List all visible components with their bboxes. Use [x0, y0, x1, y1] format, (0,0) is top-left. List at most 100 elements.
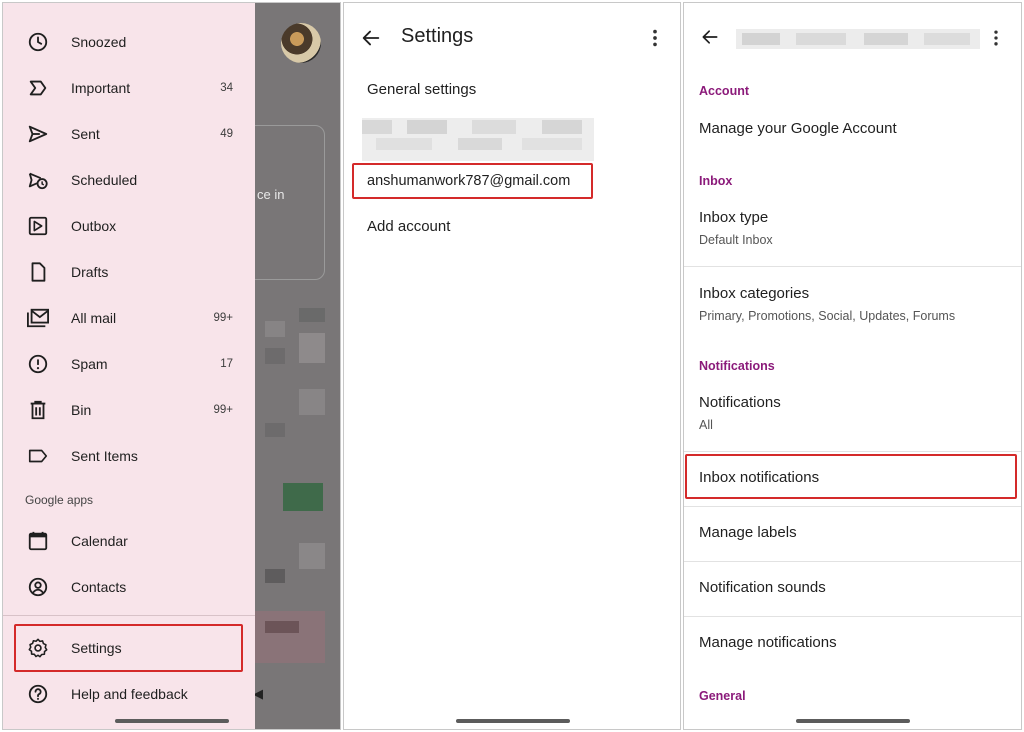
section-account: Account [699, 84, 749, 98]
notification-sounds-item[interactable]: Notification sounds [699, 579, 826, 596]
blurred-block [299, 389, 325, 415]
drawer-item-snoozed[interactable]: Snoozed [3, 19, 255, 65]
drawer-item-count: 49 [220, 128, 233, 140]
gesture-bar [796, 719, 910, 723]
drawer-item-important[interactable]: Important 34 [3, 65, 255, 111]
inbox-type-value: Default Inbox [699, 233, 773, 247]
drawer-item-all-mail[interactable]: All mail 99+ [3, 295, 255, 341]
background-compose-area [255, 611, 325, 663]
back-arrow-icon[interactable] [360, 27, 382, 49]
drawer-item-sent[interactable]: Sent 49 [3, 111, 255, 157]
divider [684, 451, 1021, 452]
email-highlight-box [352, 163, 593, 199]
outbox-icon [26, 214, 50, 238]
divider [684, 506, 1021, 507]
drawer-item-help[interactable]: Help and feedback [3, 671, 255, 717]
notifications-value: All [699, 418, 713, 432]
settings-panel: Settings General settings anshumanwork78… [343, 2, 681, 730]
drawer-item-label: Spam [71, 356, 108, 372]
drawer-item-label: Bin [71, 402, 92, 418]
drawer-item-calendar[interactable]: Calendar [3, 518, 255, 564]
drawer-item-count: 34 [220, 82, 233, 94]
blurred-green-block [283, 483, 323, 511]
blurred-block [299, 333, 325, 363]
page-title: Settings [401, 25, 474, 47]
help-icon [26, 682, 50, 706]
back-arrow-icon[interactable] [700, 27, 720, 47]
section-general: General [699, 689, 746, 703]
drawer-item-sent-items[interactable]: Sent Items [3, 433, 255, 479]
inbox-type-item[interactable]: Inbox type Default Inbox [684, 203, 1021, 263]
calendar-icon [26, 529, 50, 553]
blurred-block [265, 423, 285, 437]
drawer-item-label: Scheduled [71, 172, 138, 188]
drawer-item-contacts[interactable]: Contacts [3, 564, 255, 610]
account-settings-panel: Account Manage your Google Account Inbox… [683, 2, 1022, 730]
contacts-icon [26, 575, 50, 599]
manage-google-account-item[interactable]: Manage your Google Account [699, 120, 897, 137]
section-notifications: Notifications [699, 359, 775, 373]
important-icon [26, 76, 50, 100]
blurred-block [265, 621, 299, 633]
drawer-item-label: Drafts [71, 264, 109, 280]
drawer-item-label: All mail [71, 310, 117, 326]
add-account-item[interactable]: Add account [367, 218, 450, 235]
divider [684, 616, 1021, 617]
inbox-type-title: Inbox type [699, 209, 769, 226]
inbox-notifications-highlight-box [685, 454, 1017, 499]
draft-icon [26, 260, 50, 284]
send-icon [26, 122, 50, 146]
scheduled-send-icon [26, 168, 50, 192]
drawer-item-label: Outbox [71, 218, 117, 234]
drawer-item-scheduled[interactable]: Scheduled [3, 157, 255, 203]
more-options-icon[interactable] [986, 27, 1006, 49]
blurred-block [265, 348, 285, 364]
drawer-item-label: Sent Items [71, 448, 138, 464]
more-options-icon[interactable] [644, 27, 666, 49]
blurred-account-title [736, 29, 980, 49]
all-mail-icon [26, 306, 50, 330]
blurred-block [299, 308, 325, 322]
section-inbox: Inbox [699, 174, 733, 188]
drawer-item-outbox[interactable]: Outbox [3, 203, 255, 249]
drawer-item-label: Help and feedback [71, 686, 188, 702]
google-apps-heading: Google apps [25, 493, 94, 507]
account-avatar[interactable] [281, 23, 321, 63]
gesture-bar [456, 719, 570, 723]
drawer-item-count: 99+ [213, 312, 233, 324]
blurred-account-name [362, 118, 594, 161]
drawer-divider [3, 615, 255, 616]
drawer-item-label: Sent [71, 126, 100, 142]
background-partial-text: ce in [257, 187, 285, 202]
divider [684, 561, 1021, 562]
divider [684, 266, 1021, 267]
inbox-categories-title: Inbox categories [699, 285, 810, 302]
drawer-item-label: Important [71, 80, 131, 96]
drawer-item-label: Calendar [71, 533, 128, 549]
blurred-block [299, 543, 325, 569]
inbox-categories-item[interactable]: Inbox categories Primary, Promotions, So… [684, 279, 1021, 339]
gesture-bar [115, 719, 229, 723]
drawer-item-drafts[interactable]: Drafts [3, 249, 255, 295]
drawer-item-bin[interactable]: Bin 99+ [3, 387, 255, 433]
settings-highlight-box [14, 624, 243, 672]
notifications-item[interactable]: Notifications All [684, 388, 1021, 448]
blurred-block [265, 321, 285, 337]
drawer-item-spam[interactable]: Spam 17 [3, 341, 255, 387]
trash-icon [26, 398, 50, 422]
drawer-item-label: Contacts [71, 579, 127, 595]
manage-notifications-item[interactable]: Manage notifications [699, 634, 837, 651]
general-settings-item[interactable]: General settings [367, 81, 476, 98]
spam-icon [26, 352, 50, 376]
notifications-title: Notifications [699, 394, 781, 411]
drawer-item-count: 17 [220, 358, 233, 370]
inbox-categories-value: Primary, Promotions, Social, Updates, Fo… [699, 309, 956, 323]
drawer-item-label: Snoozed [71, 34, 127, 50]
manage-labels-item[interactable]: Manage labels [699, 524, 797, 541]
blurred-block [265, 569, 285, 583]
label-icon [26, 444, 50, 468]
drawer-item-count: 99+ [213, 404, 233, 416]
gmail-drawer-panel: ce in ◀ Snoozed Important 34 Sent 49 Sch… [2, 2, 341, 730]
navigation-drawer: Snoozed Important 34 Sent 49 Scheduled O… [3, 3, 255, 729]
clock-icon [26, 30, 50, 54]
